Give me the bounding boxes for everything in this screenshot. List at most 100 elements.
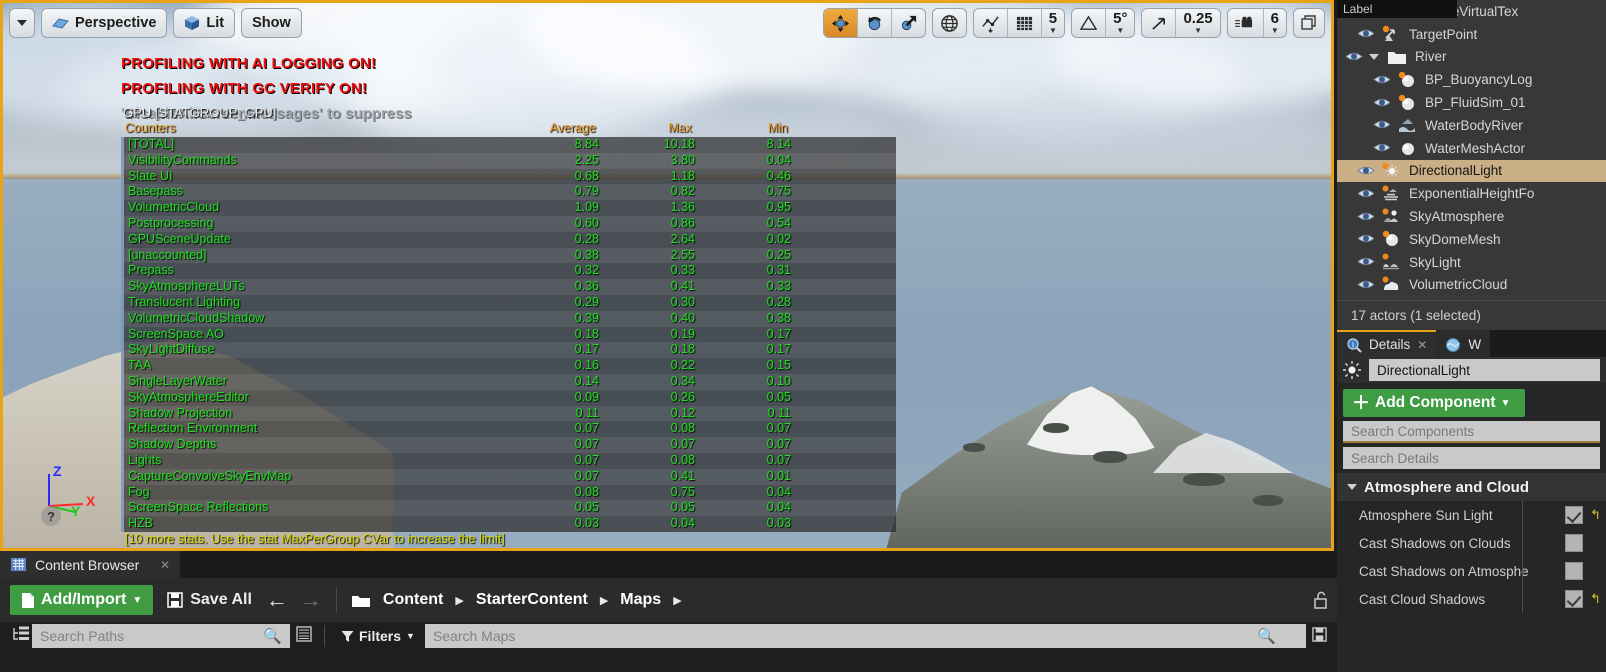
outliner-row[interactable]: BP_FluidSim_01 <box>1337 91 1606 114</box>
visibility-toggle[interactable] <box>1357 210 1375 224</box>
visibility-eye-icon[interactable] <box>1373 118 1391 131</box>
show-flags-button[interactable]: Show <box>241 8 302 38</box>
save-all-button[interactable]: Save All <box>167 591 252 609</box>
visibility-eye-icon[interactable] <box>1357 27 1375 40</box>
level-viewport[interactable]: Perspective Lit Show 5 ▼ 5° ▼ 0.25 ▼ 6 ▼… <box>0 0 1334 551</box>
maximize-viewport-button[interactable] <box>1293 8 1325 38</box>
grid-snap-value[interactable]: 5 ▼ <box>1042 9 1064 37</box>
stat-col-counters: Counters <box>125 120 176 135</box>
close-icon[interactable]: ✕ <box>160 558 170 572</box>
view-mode-lit-label: Lit <box>206 15 225 31</box>
lock-button[interactable] <box>1313 578 1329 622</box>
search-icon[interactable]: 🔍 <box>263 627 282 645</box>
close-icon[interactable]: ✕ <box>1417 338 1427 352</box>
outliner-row[interactable]: River <box>1337 46 1606 69</box>
section-atmosphere-and-cloud[interactable]: Atmosphere and Cloud <box>1337 473 1606 501</box>
stat-cell-max: 2.64 <box>670 231 695 246</box>
outliner-row[interactable]: SkyAtmosphere <box>1337 205 1606 228</box>
outliner-row[interactable]: SkyLight <box>1337 251 1606 274</box>
details-object-name[interactable]: DirectionalLight <box>1369 359 1600 381</box>
search-details-input[interactable]: Search Details <box>1343 447 1600 469</box>
add-component-button[interactable]: ＋ Add Component ▼ <box>1343 389 1525 417</box>
revert-arrow-icon[interactable]: ↰ <box>1590 591 1606 607</box>
camera-speed-value[interactable]: 6 ▼ <box>1264 9 1286 37</box>
visibility-toggle[interactable] <box>1357 278 1375 292</box>
surface-snap-button[interactable] <box>974 9 1008 37</box>
translate-mode-button[interactable] <box>823 9 858 37</box>
view-mode-lit-button[interactable]: Lit <box>173 8 236 38</box>
visibility-toggle[interactable] <box>1357 255 1375 269</box>
filters-button[interactable]: Filters ▼ <box>331 628 425 644</box>
directional-light-icon <box>1382 162 1398 177</box>
scale-snap-value[interactable]: 0.25 ▼ <box>1176 9 1219 37</box>
outliner-row[interactable]: ExponentialHeightFo <box>1337 182 1606 205</box>
visibility-toggle[interactable] <box>1373 118 1391 132</box>
revert-arrow-icon[interactable]: ↰ <box>1590 507 1606 523</box>
search-assets-input[interactable]: Search Maps 🔍 <box>424 624 1306 648</box>
visibility-toggle[interactable] <box>1357 27 1375 41</box>
rotate-mode-button[interactable] <box>858 9 892 37</box>
tab-details[interactable]: i Details ✕ <box>1337 330 1437 357</box>
angle-snap-value[interactable]: 5° ▼ <box>1106 9 1134 37</box>
visibility-toggle[interactable] <box>1357 187 1375 201</box>
visibility-toggle[interactable] <box>1373 96 1391 110</box>
outliner-row[interactable]: WaterBodyRiver <box>1337 114 1606 137</box>
asset-save-button[interactable] <box>1306 626 1337 646</box>
camera-speed-button[interactable] <box>1228 9 1264 37</box>
viewport-help-button[interactable]: ? <box>41 506 61 526</box>
outliner-list[interactable]: RuntimeVirtualTex TargetPoint River BP_Buoy… <box>1337 0 1606 296</box>
visibility-toggle[interactable] <box>1357 164 1375 178</box>
stat-col-average: Average <box>549 120 596 135</box>
property-checkbox[interactable] <box>1565 562 1583 580</box>
outliner-row[interactable]: BP_BuoyancyLog <box>1337 68 1606 91</box>
search-paths-input[interactable]: Search Paths 🔍 <box>32 624 290 648</box>
directional-light-icon <box>1381 162 1403 180</box>
coordinate-system-button[interactable] <box>931 8 967 38</box>
visibility-toggle[interactable] <box>1357 232 1375 246</box>
outliner-row[interactable]: DirectionalLight <box>1337 159 1606 183</box>
forward-button[interactable]: → <box>300 589 322 611</box>
back-button[interactable]: ← <box>266 589 288 611</box>
visibility-eye-icon[interactable] <box>1373 73 1391 86</box>
breadcrumb-item-startercontent[interactable]: StarterContent <box>476 591 588 609</box>
outliner-row[interactable]: VolumetricCloud <box>1337 274 1606 297</box>
world-outliner-panel[interactable]: Label RuntimeVirtualTex TargetPoint River B… <box>1337 0 1606 300</box>
property-checkbox[interactable] <box>1565 590 1583 608</box>
visibility-eye-icon[interactable] <box>1357 164 1375 177</box>
scale-mode-button[interactable] <box>892 9 925 37</box>
add-import-button[interactable]: Add/Import ▼ <box>10 585 154 615</box>
visibility-toggle[interactable] <box>1345 50 1363 64</box>
outliner-row[interactable]: TargetPoint <box>1337 23 1606 46</box>
viewport-options-dropdown[interactable] <box>9 8 35 38</box>
property-checkbox[interactable] <box>1565 506 1583 524</box>
scale-snap-toggle[interactable] <box>1142 9 1177 37</box>
visibility-eye-icon[interactable] <box>1345 50 1363 63</box>
search-icon[interactable]: 🔍 <box>1257 627 1276 645</box>
tab-world-settings[interactable]: W <box>1436 330 1491 357</box>
outliner-row[interactable]: SkyDomeMesh <box>1337 228 1606 251</box>
visibility-eye-icon[interactable] <box>1357 278 1375 291</box>
visibility-eye-icon[interactable] <box>1357 187 1375 200</box>
tab-content-browser[interactable]: Content Browser ✕ <box>0 551 180 578</box>
visibility-eye-icon[interactable] <box>1373 96 1391 109</box>
visibility-eye-icon[interactable] <box>1357 255 1375 268</box>
chevron-down-icon[interactable] <box>1369 53 1379 60</box>
outliner-column-header[interactable]: Label <box>1337 0 1457 18</box>
stat-cell-max: 0.08 <box>670 452 695 467</box>
breadcrumb-item-content[interactable]: Content <box>383 591 443 609</box>
angle-snap-toggle[interactable] <box>1072 9 1107 37</box>
surface-snap-icon <box>982 15 999 33</box>
svg-text:Z: Z <box>53 464 62 479</box>
visibility-eye-icon[interactable] <box>1357 210 1375 223</box>
visibility-eye-icon[interactable] <box>1373 141 1391 154</box>
visibility-toggle[interactable] <box>1373 73 1391 87</box>
property-checkbox[interactable] <box>1565 534 1583 552</box>
breadcrumb-item-maps[interactable]: Maps <box>620 591 661 609</box>
grid-snap-toggle[interactable] <box>1008 9 1042 37</box>
visibility-toggle[interactable] <box>1373 141 1391 155</box>
path-list-view-button[interactable] <box>290 626 318 646</box>
visibility-eye-icon[interactable] <box>1357 232 1375 245</box>
search-components-input[interactable]: Search Components <box>1343 421 1600 443</box>
outliner-row[interactable]: WaterMeshActor <box>1337 137 1606 160</box>
view-perspective-button[interactable]: Perspective <box>41 8 168 38</box>
